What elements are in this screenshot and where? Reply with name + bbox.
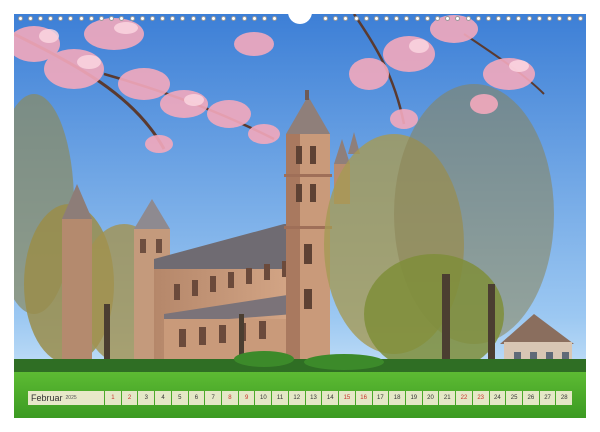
binding-hole <box>160 16 166 21</box>
binding-hole <box>241 16 247 21</box>
binding-hole <box>557 16 563 21</box>
binding-hole <box>68 16 74 21</box>
day-cell: 27 <box>539 391 556 405</box>
binding-hole <box>322 16 328 21</box>
binding-hole <box>170 16 176 21</box>
day-cell: 5 <box>171 391 188 405</box>
binding-hole <box>526 16 532 21</box>
binding-hole <box>17 16 23 21</box>
binding-hole <box>261 16 267 21</box>
day-cell: 10 <box>255 391 272 405</box>
month-label: Februar 2025 <box>28 391 104 405</box>
binding-hole <box>394 16 400 21</box>
day-cell: 20 <box>422 391 439 405</box>
binding-hole <box>129 16 135 21</box>
date-strip: Februar 2025 1 2 3 4 5 6 7 8 9 10 11 12 13 14 15 16 17 18… <box>28 391 573 405</box>
binding-hole <box>231 16 237 21</box>
binding-hole <box>353 16 359 21</box>
day-cell: 9 <box>238 391 255 405</box>
binding-hole <box>109 16 115 21</box>
day-cell: 26 <box>522 391 539 405</box>
day-cell: 6 <box>188 391 205 405</box>
binding-hole <box>98 16 104 21</box>
day-cell: 11 <box>272 391 288 405</box>
binding-hole <box>465 16 471 21</box>
day-cell: 2 <box>121 391 138 405</box>
day-cell: 21 <box>439 391 456 405</box>
binding-hole <box>577 16 583 21</box>
month-name: Februar <box>31 393 63 403</box>
day-cell: 7 <box>205 391 222 405</box>
day-cell: 24 <box>489 391 506 405</box>
month-year: 2025 <box>65 395 77 401</box>
day-cell: 18 <box>389 391 405 405</box>
day-cell: 23 <box>472 391 489 405</box>
day-cell: 4 <box>155 391 171 405</box>
binding-hole <box>58 16 64 21</box>
binding-hole <box>445 16 451 21</box>
binding-hole <box>139 16 145 21</box>
day-cell: 22 <box>456 391 472 405</box>
binding-hole <box>536 16 542 21</box>
binding-hole <box>567 16 573 21</box>
binding-hole <box>424 16 430 21</box>
binding-hole <box>455 16 461 21</box>
binding-hole <box>88 16 94 21</box>
binding-hole <box>221 16 227 21</box>
day-cell: 1 <box>105 391 121 405</box>
binding-hole <box>384 16 390 21</box>
binding-hole <box>363 16 369 21</box>
binding-hole <box>27 16 33 21</box>
cathedral-photo <box>14 14 586 418</box>
binding-hole <box>546 16 552 21</box>
binding-hole <box>190 16 196 21</box>
binding-hole <box>78 16 84 21</box>
binding-hole <box>210 16 216 21</box>
binding-hole <box>506 16 512 21</box>
day-cell: 28 <box>556 391 573 405</box>
binding-hole <box>434 16 440 21</box>
binding-hole <box>272 16 278 21</box>
day-cell: 25 <box>506 391 522 405</box>
binding-hole <box>485 16 491 21</box>
day-cell: 17 <box>372 391 389 405</box>
binding-hole <box>149 16 155 21</box>
day-cell: 15 <box>339 391 355 405</box>
calendar-page: Februar 2025 1 2 3 4 5 6 7 8 9 10 11 12 13 14 15 16 17 18… <box>0 0 600 432</box>
day-cell: 13 <box>305 391 322 405</box>
binding-hole <box>119 16 125 21</box>
day-cells: 1 2 3 4 5 6 7 8 9 10 11 12 13 14 15 16 17 18 19 20 21 22 23 24 2… <box>105 391 573 405</box>
day-cell: 12 <box>288 391 305 405</box>
binding-hole <box>333 16 339 21</box>
binding-hole <box>343 16 349 21</box>
day-cell: 3 <box>138 391 155 405</box>
binding-hole <box>414 16 420 21</box>
day-cell: 8 <box>222 391 238 405</box>
binding-hole <box>37 16 43 21</box>
binding-hole <box>180 16 186 21</box>
binding-hole <box>200 16 206 21</box>
day-cell: 19 <box>405 391 422 405</box>
binding-hole <box>475 16 481 21</box>
day-cell: 16 <box>355 391 372 405</box>
binding-hole <box>251 16 257 21</box>
binding-hole <box>48 16 54 21</box>
binding-hole <box>516 16 522 21</box>
binding-hole <box>496 16 502 21</box>
binding-hole <box>404 16 410 21</box>
day-cell: 14 <box>322 391 339 405</box>
binding-hole <box>373 16 379 21</box>
